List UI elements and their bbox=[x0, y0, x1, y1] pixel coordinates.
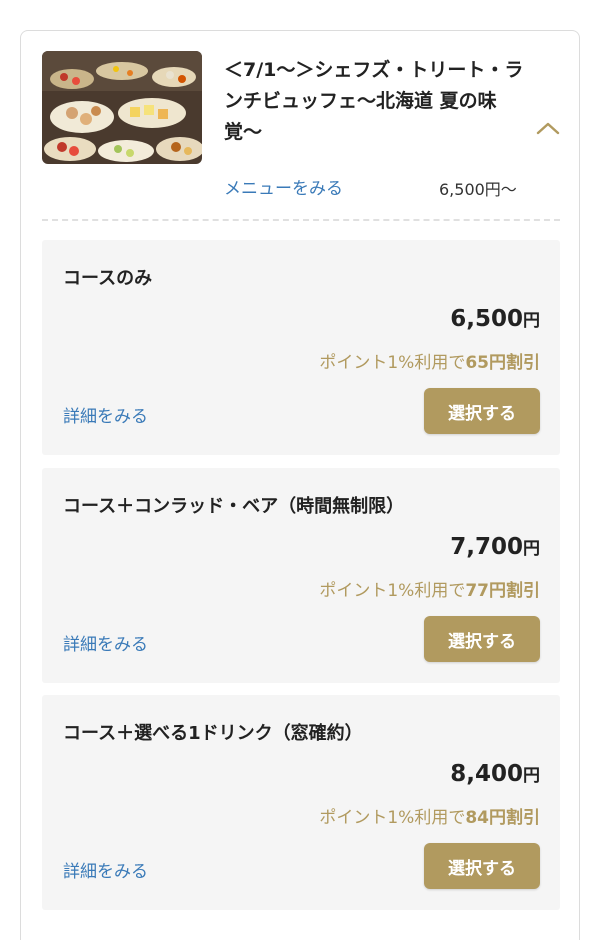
point-usage-label: ポイント1%利用で bbox=[319, 353, 466, 373]
point-discount-amount: 65円割引 bbox=[465, 353, 540, 373]
course-option: コース＋コンラッド・ベア（時間無制限） 7,700円 ポイント1%利用で77円割… bbox=[42, 468, 560, 683]
point-discount-amount: 84円割引 bbox=[465, 808, 540, 828]
view-details-link[interactable]: 詳細をみる bbox=[63, 857, 148, 882]
price-amount: 7,700 bbox=[450, 534, 523, 560]
price-currency: 円 bbox=[523, 539, 540, 559]
select-button[interactable]: 選択する bbox=[424, 843, 540, 889]
plan-title: ＜7/1〜＞シェフズ・トリート・ランチビュッフェ〜北海道 夏の味覚〜 bbox=[224, 59, 524, 143]
price-currency: 円 bbox=[523, 311, 540, 331]
point-usage-label: ポイント1%利用で bbox=[319, 808, 466, 828]
plan-header: ＜7/1〜＞シェフズ・トリート・ランチビュッフェ〜北海道 夏の味覚〜 メニューを… bbox=[21, 31, 579, 219]
price-amount: 8,400 bbox=[450, 761, 523, 787]
view-menu-link[interactable]: メニューをみる bbox=[224, 174, 343, 199]
option-name: コース＋コンラッド・ベア（時間無制限） bbox=[63, 496, 405, 517]
course-option: コースのみ 6,500円 ポイント1%利用で65円割引 詳細をみる 選択する bbox=[42, 240, 560, 455]
point-discount-amount: 77円割引 bbox=[465, 581, 540, 601]
view-details-link[interactable]: 詳細をみる bbox=[63, 630, 148, 655]
plan-card: ＜7/1〜＞シェフズ・トリート・ランチビュッフェ〜北海道 夏の味覚〜 メニューを… bbox=[20, 30, 580, 940]
plan-thumbnail[interactable] bbox=[42, 51, 202, 164]
option-price: 7,700円 bbox=[450, 534, 540, 560]
option-price: 8,400円 bbox=[450, 761, 540, 787]
chevron-up-icon bbox=[536, 122, 560, 135]
option-price: 6,500円 bbox=[450, 306, 540, 332]
select-button[interactable]: 選択する bbox=[424, 616, 540, 662]
option-name: コース＋選べる1ドリンク（窓確約） bbox=[63, 723, 363, 744]
plan-price-from: 6,500円〜 bbox=[439, 180, 517, 199]
buffet-food-photo-icon bbox=[42, 51, 202, 164]
point-usage-label: ポイント1%利用で bbox=[319, 581, 466, 601]
view-details-link[interactable]: 詳細をみる bbox=[63, 402, 148, 427]
price-currency: 円 bbox=[523, 766, 540, 786]
point-discount-text: ポイント1%利用で77円割引 bbox=[319, 576, 540, 601]
point-discount-text: ポイント1%利用で65円割引 bbox=[319, 348, 540, 373]
collapse-toggle-button[interactable] bbox=[533, 113, 563, 143]
price-amount: 6,500 bbox=[450, 306, 523, 332]
option-name: コースのみ bbox=[63, 268, 153, 289]
dashed-divider bbox=[42, 219, 560, 221]
select-button[interactable]: 選択する bbox=[424, 388, 540, 434]
course-option: コース＋選べる1ドリンク（窓確約） 8,400円 ポイント1%利用で84円割引 … bbox=[42, 695, 560, 910]
point-discount-text: ポイント1%利用で84円割引 bbox=[319, 803, 540, 828]
